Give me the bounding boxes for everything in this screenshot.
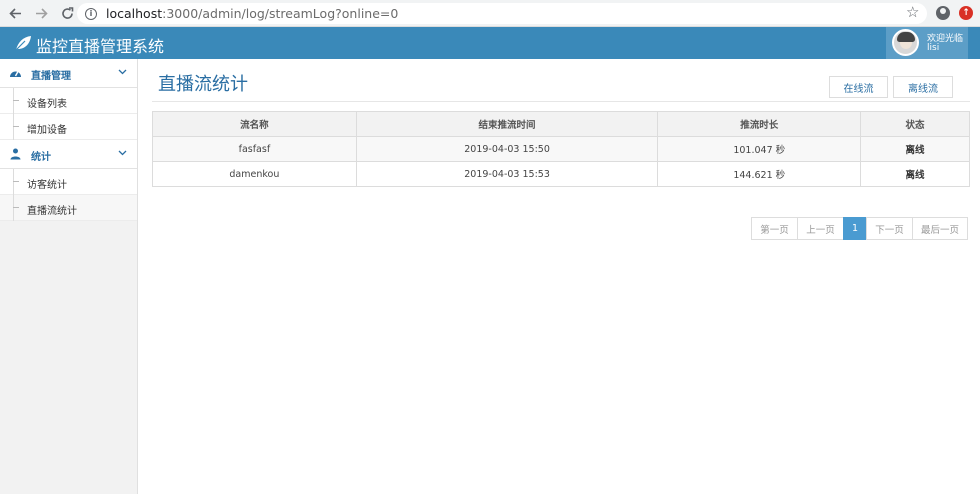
column-header-stream-name: 流名称 <box>152 111 357 137</box>
address-bar[interactable]: i localhost:3000/admin/log/streamLog?onl… <box>77 3 927 24</box>
cell-end-time: 2019-04-03 15:50 <box>355 136 659 162</box>
online-streams-button[interactable]: 在线流 <box>829 76 888 98</box>
sidebar-group-live-management[interactable]: 直播管理 <box>0 59 137 88</box>
title-divider <box>152 101 970 102</box>
reload-icon[interactable] <box>56 2 78 24</box>
last-page-button[interactable]: 最后一页 <box>912 217 968 240</box>
user-menu[interactable]: 欢迎光临 lisi <box>886 27 968 59</box>
dashboard-icon <box>10 71 21 77</box>
sidebar-group-label: 统计 <box>31 152 51 163</box>
current-page-button[interactable]: 1 <box>843 217 867 240</box>
app-header: 监控直播管理系统 欢迎光临 lisi <box>0 27 980 59</box>
sidebar-item-label: 设备列表 <box>27 99 67 110</box>
sidebar-item-device-list[interactable]: 设备列表 <box>0 88 137 114</box>
users-icon <box>10 148 21 160</box>
sidebar-item-label: 增加设备 <box>27 125 67 136</box>
url-path: :3000/admin/log/streamLog?online=0 <box>162 6 399 21</box>
table-row: fasfasf 2019-04-03 15:50 101.047 秒 离线 <box>152 136 970 162</box>
sidebar-item-visitor-stats[interactable]: 访客统计 <box>0 169 137 195</box>
column-header-status: 状态 <box>860 111 970 137</box>
account-icon[interactable] <box>936 6 950 20</box>
app-title: 监控直播管理系统 <box>36 37 165 56</box>
column-header-duration: 推流时长 <box>657 111 862 137</box>
sidebar-item-add-device[interactable]: 增加设备 <box>0 114 137 140</box>
url-host: localhost <box>106 6 163 21</box>
cell-duration: 101.047 秒 <box>657 136 862 162</box>
page-title: 直播流统计 <box>158 74 248 95</box>
prev-page-button[interactable]: 上一页 <box>797 217 844 240</box>
cell-end-time: 2019-04-03 15:53 <box>355 161 659 187</box>
first-page-button[interactable]: 第一页 <box>751 217 798 240</box>
sidebar-item-label: 直播流统计 <box>27 206 77 217</box>
pagination: 第一页 上一页 1 下一页 最后一页 <box>751 217 968 240</box>
next-page-button[interactable]: 下一页 <box>866 217 913 240</box>
sidebar-group-statistics[interactable]: 统计 <box>0 140 137 169</box>
sidebar-group-label: 直播管理 <box>31 71 71 82</box>
table-row: damenkou 2019-04-03 15:53 144.621 秒 离线 <box>152 161 970 187</box>
leaf-logo-icon <box>15 36 31 51</box>
column-header-end-time: 结束推流时间 <box>355 111 659 137</box>
stream-table: 流名称 结束推流时间 推流时长 状态 fasfasf 2019-04-03 15… <box>152 111 970 187</box>
chevron-down-icon <box>118 150 127 156</box>
cell-status: 离线 <box>860 161 970 187</box>
avatar[interactable] <box>892 29 919 56</box>
sidebar-item-label: 访客统计 <box>27 180 67 191</box>
user-name: lisi <box>927 43 940 53</box>
offline-streams-button[interactable]: 离线流 <box>893 76 953 98</box>
chevron-down-icon <box>118 69 127 75</box>
extension-icon[interactable]: ↑ <box>959 6 973 20</box>
sidebar-item-stream-stats[interactable]: 直播流统计 <box>0 195 137 221</box>
forward-arrow-icon[interactable] <box>30 2 52 24</box>
back-arrow-icon[interactable] <box>4 2 26 24</box>
cell-stream-name: fasfasf <box>152 136 357 162</box>
cell-duration: 144.621 秒 <box>657 161 862 187</box>
info-icon[interactable]: i <box>85 7 97 20</box>
cell-status: 离线 <box>860 136 970 162</box>
table-header-row: 流名称 结束推流时间 推流时长 状态 <box>152 111 970 137</box>
cell-stream-name: damenkou <box>152 161 357 187</box>
browser-toolbar: i localhost:3000/admin/log/streamLog?onl… <box>0 0 980 27</box>
sidebar: 直播管理 设备列表 增加设备 统计 访客统计 直播流统计 <box>0 59 138 494</box>
bookmark-star-icon[interactable]: ☆ <box>906 3 919 21</box>
